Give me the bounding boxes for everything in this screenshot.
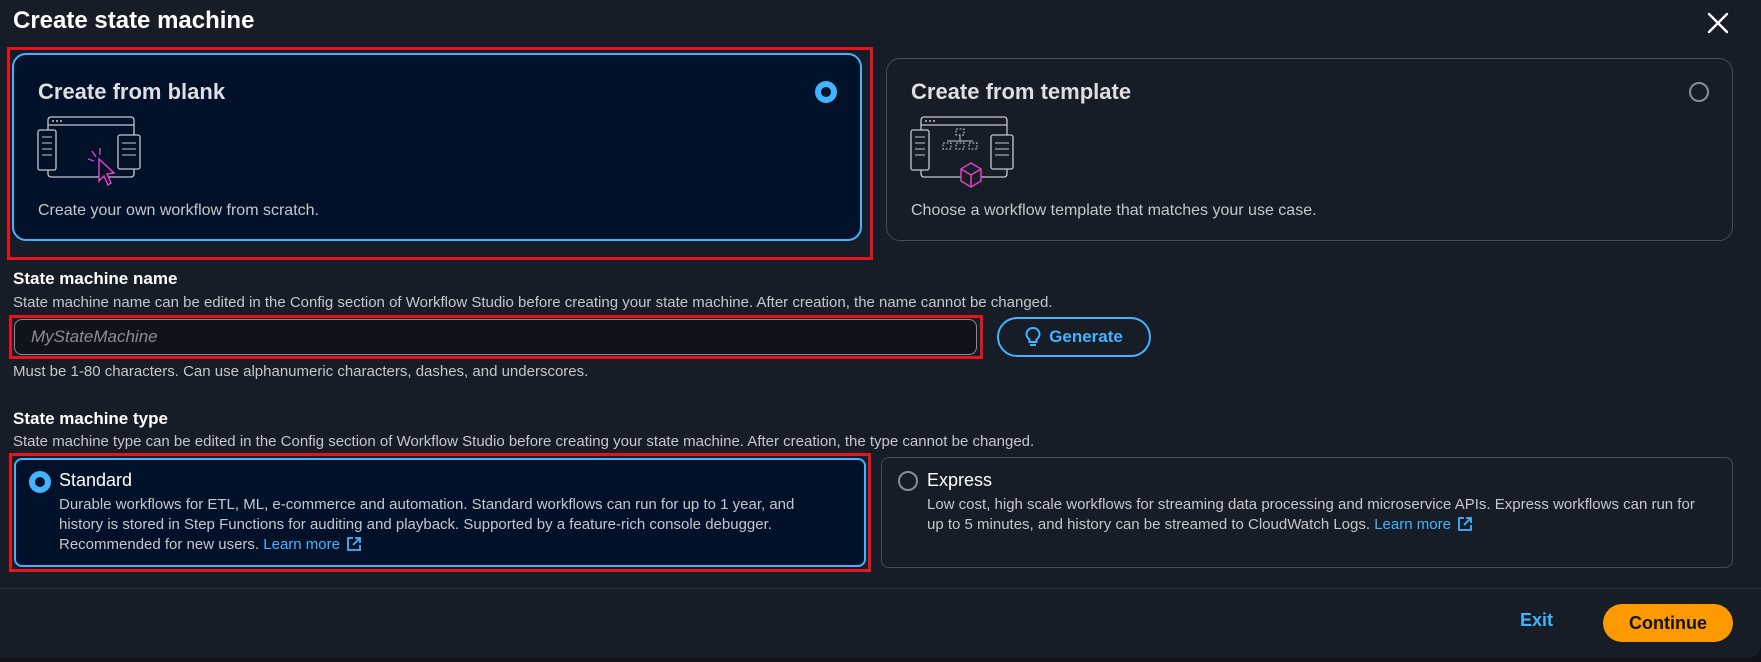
close-button[interactable]: [1700, 5, 1736, 41]
standard-description-line: Durable workflows for ETL, ML, e-commerc…: [59, 496, 795, 513]
state-machine-name-constraint: Must be 1-80 characters. Can use alphanu…: [13, 363, 589, 380]
create-from-blank-card[interactable]: Create from blank Create your own workfl…: [12, 53, 862, 241]
blank-workflow-illustration: [37, 116, 141, 187]
express-learn-more-link[interactable]: Learn more: [1374, 516, 1473, 533]
continue-button[interactable]: Continue: [1603, 604, 1733, 642]
generate-button-label: Generate: [1049, 327, 1123, 346]
standard-description-line: history is stored in Step Functions for …: [59, 516, 772, 533]
express-description-line: Low cost, high scale workflows for strea…: [927, 496, 1695, 513]
modal-title: Create state machine: [13, 7, 255, 34]
create-from-template-description: Choose a workflow template that matches …: [911, 202, 1317, 219]
express-type-card[interactable]: Express Low cost, high scale workflows f…: [881, 457, 1733, 568]
standard-description: Durable workflows for ETL, ML, e-commerc…: [59, 495, 859, 555]
external-link-icon: [347, 537, 361, 551]
learn-more-label: Learn more: [1374, 516, 1451, 533]
generate-button[interactable]: Generate: [997, 317, 1151, 357]
state-machine-name-label: State machine name: [13, 269, 178, 288]
create-from-blank-description: Create your own workflow from scratch.: [38, 202, 319, 219]
express-title: Express: [927, 470, 993, 490]
standard-description-line: Recommended for new users.: [59, 536, 260, 553]
create-from-template-title: Create from template: [911, 79, 1132, 104]
standard-radio[interactable]: [29, 471, 51, 493]
state-machine-name-input[interactable]: [14, 319, 977, 355]
external-link-icon: [1458, 517, 1472, 531]
close-icon: [1707, 12, 1729, 34]
state-machine-type-label: State machine type: [13, 409, 168, 428]
footer-divider: [0, 588, 1761, 589]
create-from-blank-title: Create from blank: [38, 79, 226, 104]
state-machine-name-description: State machine name can be edited in the …: [13, 294, 1053, 311]
template-workflow-illustration: [910, 116, 1014, 188]
exit-button[interactable]: Exit: [1520, 610, 1553, 631]
create-state-machine-modal: Create state machine Create from blank C…: [0, 0, 1761, 658]
create-from-template-radio[interactable]: [1689, 82, 1709, 102]
express-radio[interactable]: [898, 471, 918, 491]
standard-learn-more-link[interactable]: Learn more: [263, 536, 362, 553]
state-machine-type-description: State machine type can be edited in the …: [13, 433, 1035, 450]
express-description: Low cost, high scale workflows for strea…: [927, 495, 1727, 535]
express-description-line: up to 5 minutes, and history can be stre…: [927, 516, 1371, 533]
standard-title: Standard: [59, 470, 133, 490]
learn-more-label: Learn more: [263, 536, 340, 553]
create-from-blank-radio[interactable]: [815, 81, 837, 103]
standard-type-card[interactable]: Standard Durable workflows for ETL, ML, …: [14, 458, 866, 567]
lightbulb-icon: [1025, 327, 1041, 346]
create-from-template-card[interactable]: Create from template Choose a workflow t…: [886, 58, 1733, 241]
